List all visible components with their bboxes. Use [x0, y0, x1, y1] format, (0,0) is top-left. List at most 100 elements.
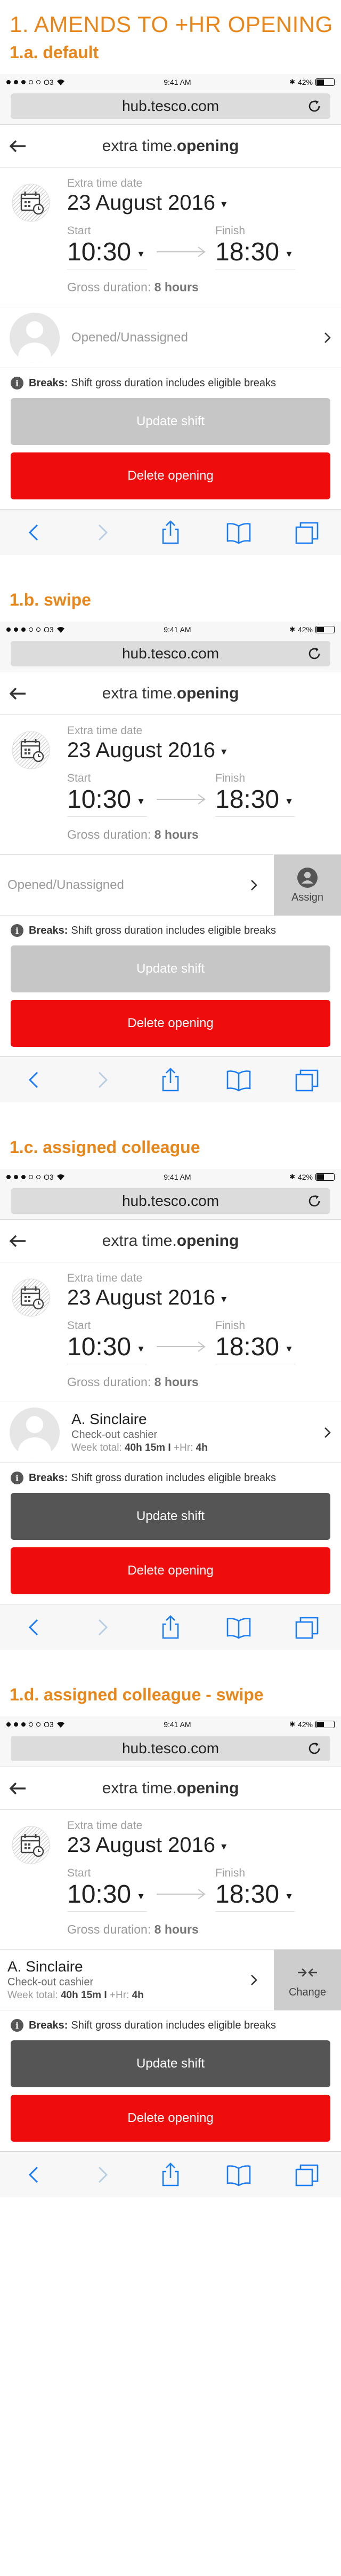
chevron-right-icon [251, 1975, 257, 1985]
colleague-row[interactable]: Opened/Unassigned [0, 307, 341, 368]
bookmarks-icon[interactable] [225, 1066, 253, 1094]
tabs-icon[interactable] [293, 1066, 321, 1094]
change-button[interactable]: Change [274, 1950, 341, 2010]
back-arrow-icon[interactable] [9, 686, 27, 701]
status-time: 9:41 AM [164, 1720, 191, 1729]
reload-icon[interactable] [307, 1194, 322, 1209]
info-icon: i [11, 2019, 23, 2032]
update-shift-button[interactable]: Update shift [11, 398, 330, 445]
bookmarks-icon[interactable] [225, 1613, 253, 1641]
share-icon[interactable] [157, 1613, 184, 1641]
delete-opening-button[interactable]: Delete opening [11, 2095, 330, 2142]
colleague-role: Check-out cashier [7, 1976, 94, 1988]
tabs-icon[interactable] [293, 1613, 321, 1641]
date-selector[interactable]: 23 August 2016 ▾ [67, 1286, 341, 1310]
date-selector[interactable]: 23 August 2016 ▾ [67, 191, 341, 215]
colleague-row[interactable]: Opened/Unassigned Assign [0, 855, 341, 916]
finish-time-selector[interactable]: 18:30 ▾ [215, 785, 295, 817]
start-time-selector[interactable]: 10:30 ▾ [67, 1880, 147, 1912]
colleague-row[interactable]: A. Sinclaire Check-out cashier Week tota… [0, 1402, 341, 1463]
bookmarks-icon[interactable] [225, 519, 253, 546]
calendar-clock-icon [12, 731, 50, 769]
battery-icon [315, 78, 335, 86]
address-bar[interactable]: hub.tesco.com [11, 93, 330, 119]
url-text: hub.tesco.com [121, 645, 220, 662]
delete-opening-button[interactable]: Delete opening [11, 452, 330, 499]
finish-time-selector[interactable]: 18:30 ▾ [215, 1880, 295, 1912]
reload-icon[interactable] [307, 1741, 322, 1756]
finish-time-group: Finish 18:30 ▾ [215, 772, 295, 817]
start-time-selector[interactable]: 10:30 ▾ [67, 1332, 147, 1364]
phone-screen: O3 9:41 AM ✱ 42% hub.tesco.com extra tim… [0, 622, 341, 1102]
date-label: Extra time date [67, 177, 143, 189]
safari-back-icon[interactable] [20, 2161, 48, 2189]
date-label: Extra time date [67, 1819, 143, 1832]
share-icon[interactable] [157, 1066, 184, 1094]
status-right: ✱ 42% [289, 1173, 335, 1181]
start-label: Start [67, 1867, 91, 1879]
address-bar[interactable]: hub.tesco.com [11, 1736, 330, 1761]
status-bar: O3 9:41 AM ✱ 42% [0, 74, 341, 90]
safari-back-icon[interactable] [20, 1066, 48, 1094]
app-title: extra time.opening [102, 1779, 239, 1797]
date-selector[interactable]: 23 August 2016 ▾ [67, 1833, 341, 1857]
address-bar[interactable]: hub.tesco.com [11, 1188, 330, 1214]
delete-opening-button[interactable]: Delete opening [11, 1000, 330, 1047]
delete-opening-button[interactable]: Delete opening [11, 1547, 330, 1594]
bookmarks-icon[interactable] [225, 2161, 253, 2189]
finish-label: Finish [215, 772, 246, 784]
battery-icon [315, 1173, 335, 1181]
back-arrow-icon[interactable] [9, 1234, 27, 1249]
address-bar[interactable]: hub.tesco.com [11, 641, 330, 666]
app-header: extra time.opening [0, 1767, 341, 1810]
update-shift-button[interactable]: Update shift [11, 1493, 330, 1540]
status-right: ✱ 42% [289, 78, 335, 86]
carrier-name: O3 [44, 625, 54, 634]
screen-variant: 1.c. assigned colleague O3 9:41 AM ✱ 42%… [0, 1138, 341, 1650]
safari-back-icon[interactable] [20, 519, 48, 546]
finish-time-selector[interactable]: 18:30 ▾ [215, 237, 295, 269]
shift-details: Extra time date 23 August 2016 ▾ Start 1… [0, 168, 341, 307]
start-time-selector[interactable]: 10:30 ▾ [67, 785, 147, 817]
safari-forward-icon[interactable] [88, 1613, 116, 1641]
long-arrow-icon [157, 1889, 206, 1899]
update-shift-button[interactable]: Update shift [11, 2040, 330, 2087]
caret-down-icon: ▾ [221, 1840, 227, 1853]
bluetooth-icon: ✱ [289, 78, 295, 86]
safari-back-icon[interactable] [20, 1613, 48, 1641]
reload-icon[interactable] [307, 99, 322, 114]
unassigned-label: Opened/Unassigned [71, 330, 188, 345]
long-arrow-icon [157, 794, 206, 805]
browser-bar: hub.tesco.com [0, 638, 341, 672]
colleague-name: A. Sinclaire [7, 1958, 83, 1975]
safari-toolbar [0, 2151, 341, 2197]
breaks-note: i Breaks: Shift gross duration includes e… [0, 1463, 341, 1493]
update-shift-button[interactable]: Update shift [11, 945, 330, 992]
caret-down-icon: ▾ [138, 1890, 144, 1902]
start-time-selector[interactable]: 10:30 ▾ [67, 237, 147, 269]
colleague-row[interactable]: A. Sinclaire Check-out cashier Week tota… [0, 1950, 341, 2010]
assign-button[interactable]: Assign [274, 855, 341, 916]
tabs-icon[interactable] [293, 2161, 321, 2189]
time-range: Start 10:30 ▾ Finish 18:30 ▾ [67, 772, 341, 820]
share-icon[interactable] [157, 2161, 184, 2189]
start-time-group: Start 10:30 ▾ [67, 1319, 147, 1364]
reload-icon[interactable] [307, 646, 322, 661]
safari-forward-icon[interactable] [88, 519, 116, 546]
share-icon[interactable] [157, 519, 184, 546]
swap-arrows-icon [298, 1968, 317, 1977]
battery-percent: 42% [297, 1173, 313, 1181]
gross-duration: Gross duration: 8 hours [67, 828, 199, 841]
phone-screen: O3 9:41 AM ✱ 42% hub.tesco.com extra tim… [0, 1169, 341, 1650]
start-label: Start [67, 225, 91, 237]
safari-forward-icon[interactable] [88, 1066, 116, 1094]
safari-forward-icon[interactable] [88, 2161, 116, 2189]
back-arrow-icon[interactable] [9, 1781, 27, 1796]
date-selector[interactable]: 23 August 2016 ▾ [67, 738, 341, 762]
status-right: ✱ 42% [289, 1720, 335, 1729]
finish-time-selector[interactable]: 18:30 ▾ [215, 1332, 295, 1364]
back-arrow-icon[interactable] [9, 139, 27, 154]
bluetooth-icon: ✱ [289, 1720, 295, 1728]
colleague-week-total: Week total: 40h 15m I +Hr: 4h [71, 1442, 208, 1453]
tabs-icon[interactable] [293, 519, 321, 546]
